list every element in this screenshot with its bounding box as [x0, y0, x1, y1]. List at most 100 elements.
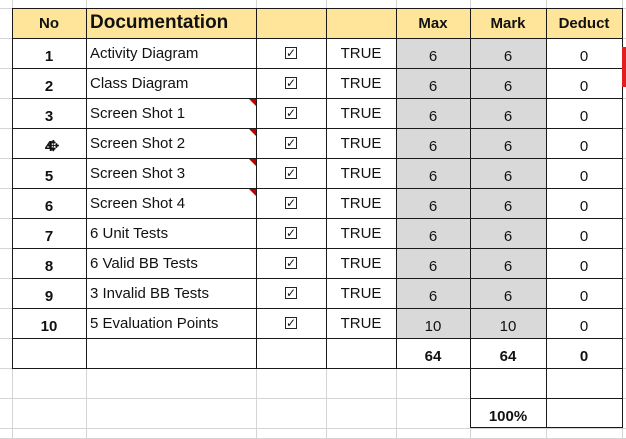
status-value[interactable]: TRUE [326, 308, 396, 338]
checkbox-checked-icon[interactable]: ✓ [285, 167, 297, 179]
max-value[interactable]: 6 [396, 158, 470, 188]
checkbox-checked-icon[interactable]: ✓ [285, 77, 297, 89]
deduct-value[interactable]: 0 [546, 68, 622, 98]
percentage-value[interactable]: 100% [470, 398, 546, 428]
checkbox-checked-icon[interactable]: ✓ [285, 107, 297, 119]
max-value[interactable]: 6 [396, 98, 470, 128]
deduct-value[interactable]: 0 [546, 218, 622, 248]
max-value[interactable]: 10 [396, 308, 470, 338]
total-max[interactable]: 64 [396, 338, 470, 368]
deduct-value[interactable]: 0 [546, 38, 622, 68]
checkbox-checked-icon[interactable]: ✓ [285, 257, 297, 269]
deduct-value[interactable]: 0 [546, 158, 622, 188]
row-number: 1 [44, 48, 54, 65]
max-value[interactable]: 6 [396, 248, 470, 278]
mark-value[interactable]: 6 [470, 68, 546, 98]
checkbox-checked-icon[interactable]: ✓ [285, 227, 297, 239]
comment-marker [249, 189, 256, 196]
documentation-item[interactable]: 6 Unit Tests [86, 218, 256, 248]
row-number: 8 [44, 258, 54, 275]
documentation-item[interactable]: Class Diagram [86, 68, 256, 98]
mark-value[interactable]: 6 [470, 278, 546, 308]
row-number: 6 [44, 198, 54, 215]
scroll-indicator[interactable] [622, 47, 626, 87]
border-v [622, 368, 623, 428]
mark-value[interactable]: 10 [470, 308, 546, 338]
row-number: 5 [44, 168, 54, 185]
status-value[interactable]: TRUE [326, 218, 396, 248]
max-value[interactable]: 6 [396, 218, 470, 248]
max-value[interactable]: 6 [396, 278, 470, 308]
documentation-item[interactable]: 5 Evaluation Points [86, 308, 256, 338]
checkbox-checked-icon[interactable]: ✓ [285, 197, 297, 209]
status-value[interactable]: TRUE [326, 98, 396, 128]
header-empty-1[interactable] [256, 8, 326, 38]
header-empty-2[interactable] [326, 8, 396, 38]
max-value[interactable]: 6 [396, 38, 470, 68]
header-deduct: Deduct [558, 14, 610, 32]
status-value[interactable]: TRUE [326, 158, 396, 188]
documentation-item[interactable]: Screen Shot 3 [86, 158, 256, 188]
documentation-item[interactable]: 3 Invalid BB Tests [86, 278, 256, 308]
header-mark: Mark [490, 14, 526, 32]
checkbox-checked-icon[interactable]: ✓ [285, 47, 297, 59]
deduct-value[interactable]: 0 [546, 128, 622, 158]
documentation-item[interactable]: Screen Shot 4 [86, 188, 256, 218]
checkbox-cell[interactable]: ✓ [256, 308, 326, 338]
deduct-value[interactable]: 0 [546, 98, 622, 128]
max-value[interactable]: 6 [396, 128, 470, 158]
comment-marker [249, 99, 256, 106]
checkbox-cell[interactable]: ✓ [256, 98, 326, 128]
header-max: Max [418, 14, 448, 32]
status-value[interactable]: TRUE [326, 68, 396, 98]
max-value[interactable]: 6 [396, 188, 470, 218]
status-value[interactable]: TRUE [326, 188, 396, 218]
comment-marker [249, 129, 256, 136]
mark-value[interactable]: 6 [470, 248, 546, 278]
deduct-value[interactable]: 0 [546, 278, 622, 308]
checkbox-cell[interactable]: ✓ [256, 128, 326, 158]
checkbox-checked-icon[interactable]: ✓ [285, 317, 297, 329]
status-value[interactable]: TRUE [326, 278, 396, 308]
border-v [546, 368, 547, 428]
documentation-item[interactable]: Activity Diagram [86, 38, 256, 68]
total-mark[interactable]: 64 [470, 338, 546, 368]
row-number: 2 [44, 78, 54, 95]
checkbox-cell[interactable]: ✓ [256, 248, 326, 278]
deduct-value[interactable]: 0 [546, 308, 622, 338]
mark-value[interactable]: 6 [470, 218, 546, 248]
status-value[interactable]: TRUE [326, 38, 396, 68]
border-h [12, 368, 623, 369]
row-number: 3 [44, 108, 54, 125]
grid-hline [0, 428, 626, 429]
checkbox-checked-icon[interactable]: ✓ [285, 287, 297, 299]
checkbox-cell[interactable]: ✓ [256, 158, 326, 188]
row-number: 7 [44, 228, 54, 245]
documentation-item[interactable]: Screen Shot 1 [86, 98, 256, 128]
deduct-value[interactable]: 0 [546, 188, 622, 218]
mark-value[interactable]: 6 [470, 128, 546, 158]
checkbox-checked-icon[interactable]: ✓ [285, 137, 297, 149]
checkbox-cell[interactable]: ✓ [256, 218, 326, 248]
deduct-value[interactable]: 0 [546, 248, 622, 278]
total-deduct[interactable]: 0 [546, 338, 622, 368]
mark-value[interactable]: 6 [470, 98, 546, 128]
checkbox-cell[interactable]: ✓ [256, 278, 326, 308]
documentation-item[interactable]: Screen Shot 2 [86, 128, 256, 158]
header-no: No [39, 14, 59, 32]
status-value[interactable]: TRUE [326, 248, 396, 278]
checkbox-cell[interactable]: ✓ [256, 68, 326, 98]
spreadsheet-grid[interactable]: No Documentation Max Mark Deduct 1 Activity Di… [0, 0, 626, 439]
comment-marker [249, 159, 256, 166]
max-value[interactable]: 6 [396, 68, 470, 98]
checkbox-cell[interactable]: ✓ [256, 188, 326, 218]
mark-value[interactable]: 6 [470, 158, 546, 188]
move-cursor-icon: ✥ [47, 137, 60, 155]
row-number: 10 [40, 318, 58, 335]
mark-value[interactable]: 6 [470, 38, 546, 68]
header-documentation: Documentation [90, 12, 229, 33]
mark-value[interactable]: 6 [470, 188, 546, 218]
checkbox-cell[interactable]: ✓ [256, 38, 326, 68]
status-value[interactable]: TRUE [326, 128, 396, 158]
documentation-item[interactable]: 6 Valid BB Tests [86, 248, 256, 278]
